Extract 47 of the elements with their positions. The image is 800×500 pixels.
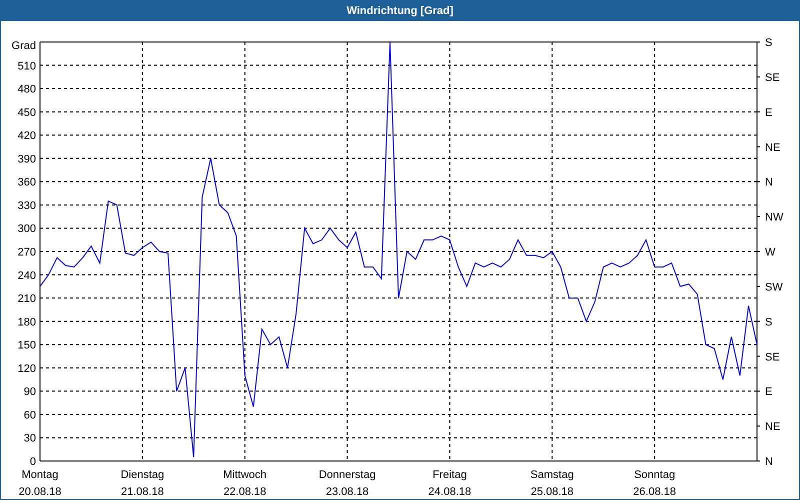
day-label: Donnerstag xyxy=(318,469,376,481)
y-tick-label: 300 xyxy=(18,223,36,236)
y-tick-label: 90 xyxy=(24,386,36,398)
compass-label: NW xyxy=(765,212,784,224)
y-tick-label: 450 xyxy=(18,106,36,119)
day-label: Sonntag xyxy=(634,469,676,481)
window-title: Windrichtung [Grad] xyxy=(1,1,799,21)
compass-label: NE xyxy=(765,142,780,154)
y-tick-label: 330 xyxy=(18,200,36,212)
y-tick-label: 270 xyxy=(18,246,36,258)
compass-label: S xyxy=(765,37,772,49)
compass-label: W xyxy=(765,246,776,258)
date-label: 25.08.18 xyxy=(530,486,574,498)
compass-label: SE xyxy=(765,72,780,84)
compass-label: N xyxy=(765,456,773,468)
date-label: 22.08.18 xyxy=(223,486,266,498)
date-label: 23.08.18 xyxy=(326,486,369,498)
y-tick-label: 420 xyxy=(18,130,36,142)
y-tick-label: 480 xyxy=(18,84,36,96)
day-label: Samstag xyxy=(530,469,574,481)
y-tick-label: 150 xyxy=(18,340,36,352)
compass-label: S xyxy=(765,316,772,328)
y-tick-label: 180 xyxy=(18,316,36,328)
y-tick-label: 390 xyxy=(18,153,36,166)
day-label: Montag xyxy=(22,469,58,481)
y-tick-label: 360 xyxy=(18,176,36,189)
date-label: 24.08.18 xyxy=(428,486,472,498)
y-tick-label: 30 xyxy=(24,432,36,445)
y-tick-label: 210 xyxy=(18,293,36,306)
y-tick-label: 510 xyxy=(18,60,36,72)
compass-label: NE xyxy=(765,421,780,434)
compass-label: SW xyxy=(765,281,783,294)
day-label: Dienstag xyxy=(120,469,164,481)
compass-label: E xyxy=(765,106,772,119)
compass-label: N xyxy=(765,176,773,189)
y-tick-label: 120 xyxy=(18,362,36,375)
compass-label: SE xyxy=(765,351,780,364)
compass-label: E xyxy=(765,386,772,398)
day-label: Freitag xyxy=(432,469,467,481)
y-axis-label: Grad xyxy=(12,40,36,52)
y-tick-label: 0 xyxy=(30,456,36,468)
y-tick-label: 240 xyxy=(18,270,36,282)
y-tick-label: 60 xyxy=(24,409,36,422)
date-label: 26.08.18 xyxy=(633,486,676,498)
date-label: 21.08.18 xyxy=(121,486,164,498)
day-label: Mittwoch xyxy=(223,469,267,481)
date-label: 20.08.18 xyxy=(18,486,62,498)
